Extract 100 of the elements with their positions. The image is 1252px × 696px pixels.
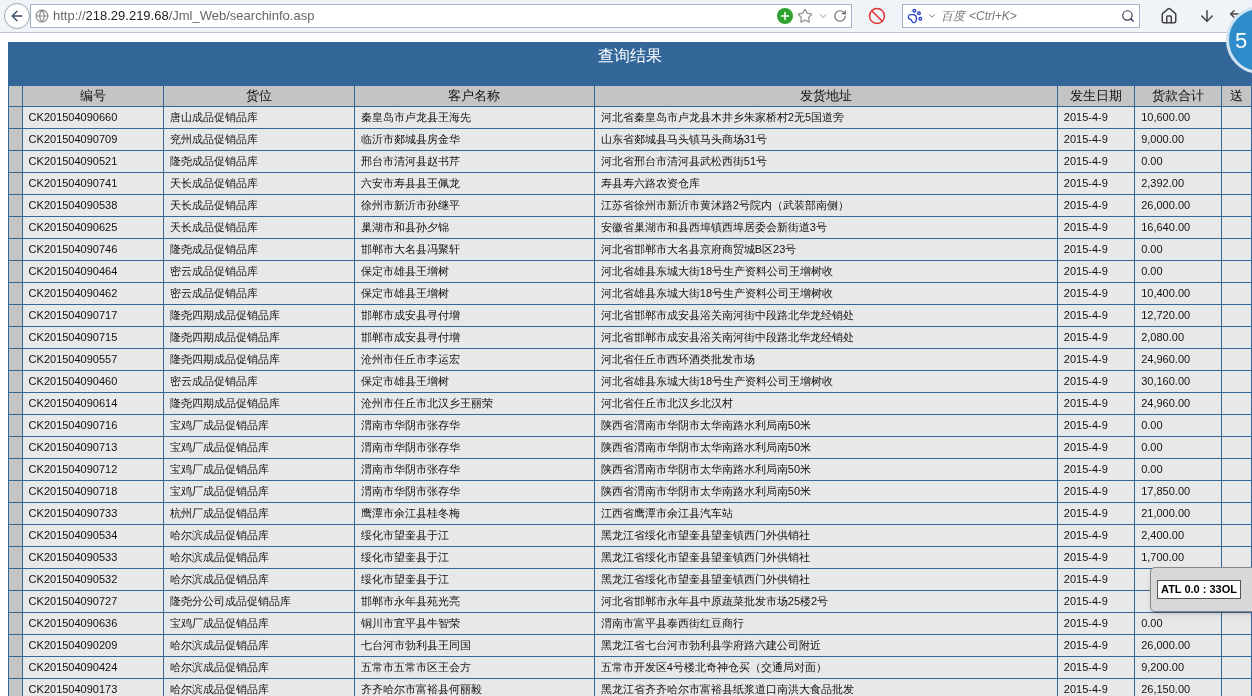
table-cell: 邯郸市永年县苑光亮 (354, 590, 595, 613)
row-header-cell (8, 546, 23, 569)
plus-icon[interactable] (777, 8, 793, 24)
table-cell: 陕西省渭南市华阴市太华南路水利局南50米 (594, 414, 1058, 437)
table-cell: CK201504090660 (22, 106, 164, 129)
table-cell: 渭南市富平县泰西街红豆商行 (594, 612, 1058, 635)
back-button[interactable] (4, 3, 30, 29)
download-icon[interactable] (1198, 7, 1216, 25)
table-cell: 河北省邢台市清河县武松西街51号 (594, 150, 1058, 173)
table-cell: 河北省任丘市北汉乡北汉村 (594, 392, 1058, 415)
column-header: 送 (1221, 85, 1252, 107)
table-cell: CK201504090424 (22, 656, 164, 679)
table-cell: CK201504090713 (22, 436, 164, 459)
table-cell: 杭州厂成品促销品库 (163, 502, 355, 525)
table-cell: 保定市雄县王增树 (354, 260, 595, 283)
search-engine-name: 百度 (941, 8, 965, 25)
table-cell: 宝鸡厂成品促销品库 (163, 480, 355, 503)
table-cell: 密云成品促销品库 (163, 260, 355, 283)
row-header-cell (8, 568, 23, 591)
table-cell: 黑龙江省绥化市望奎县望奎镇西门外供销社 (594, 546, 1058, 569)
table-cell: CK201504090533 (22, 546, 164, 569)
table-cell: CK201504090718 (22, 480, 164, 503)
row-header-cell (8, 238, 23, 261)
search-field[interactable]: 百度 <Ctrl+K> (902, 4, 1140, 28)
home-icon[interactable] (1160, 7, 1178, 25)
table-cell: CK201504090636 (22, 612, 164, 635)
table-cell: CK201504090538 (22, 194, 164, 217)
table-cell: CK201504090462 (22, 282, 164, 305)
address-bar[interactable]: http://218.29.219.68/Jml_Web/searchinfo.asp (30, 4, 852, 28)
row-header-cell (8, 282, 23, 305)
reload-icon[interactable] (833, 9, 847, 23)
table-cell: 六安市寿县县王佩龙 (354, 172, 595, 195)
table-cell: 保定市雄县王增树 (354, 282, 595, 305)
row-header-cell (8, 502, 23, 525)
table-cell: 隆尧四期成品促销品库 (163, 304, 355, 327)
row-header-cell (8, 590, 23, 613)
column-header: 货位 (163, 85, 355, 107)
table-cell: CK201504090209 (22, 634, 164, 657)
table-cell: 铜川市宜平县牛智荣 (354, 612, 595, 635)
table-cell: CK201504090532 (22, 568, 164, 591)
search-placeholder: <Ctrl+K> (969, 8, 1017, 25)
table-cell: 绥化市望奎县于江 (354, 568, 595, 591)
table-cell: 七台河市勃利县王同国 (354, 634, 595, 657)
table-cell: 临沂市郯城县房金华 (354, 128, 595, 151)
table-cell: 徐州市新沂市孙继平 (354, 194, 595, 217)
table-cell: 河北省雄县东城大街18号生产资料公司王增树收 (594, 282, 1058, 305)
blocked-icon[interactable] (868, 7, 886, 25)
table-cell: 哈尔滨成品促销品库 (163, 634, 355, 657)
table-cell: 河北省邯郸市成安县浴关南河街中段路北华龙经销处 (594, 326, 1058, 349)
table-cell: 宝鸡厂成品促销品库 (163, 612, 355, 635)
table-cell: 巢湖市和县孙夕锦 (354, 216, 595, 239)
row-header-cell (8, 370, 23, 393)
table-cell: 渭南市华阴市张存华 (354, 480, 595, 503)
table-cell: CK201504090716 (22, 414, 164, 437)
row-header-cell (8, 392, 23, 415)
table-cell: 隆尧成品促销品库 (163, 150, 355, 173)
table-cell: 沧州市任丘市李运宏 (354, 348, 595, 371)
row-header-cell (8, 524, 23, 547)
row-header-cell (8, 348, 23, 371)
row-header-cell (8, 304, 23, 327)
table-cell: 河北省邯郸市大名县京府商贸城B区23号 (594, 238, 1058, 261)
table-cell: CK201504090460 (22, 370, 164, 393)
paw-icon[interactable] (907, 8, 923, 24)
table-cell: 密云成品促销品库 (163, 370, 355, 393)
table-cell: 哈尔滨成品促销品库 (163, 656, 355, 679)
table-cell: 哈尔滨成品促销品库 (163, 546, 355, 569)
table-cell: CK201504090625 (22, 216, 164, 239)
table-cell: 隆尧分公司成品促销品库 (163, 590, 355, 613)
table-cell: CK201504090733 (22, 502, 164, 525)
table-cell: 邯郸市大名县冯聚轩 (354, 238, 595, 261)
row-header-cell (8, 128, 23, 151)
column-header: 客户名称 (354, 85, 595, 107)
table-cell: 宝鸡厂成品促销品库 (163, 436, 355, 459)
search-icon[interactable] (1121, 9, 1135, 23)
table-cell: 哈尔滨成品促销品库 (163, 524, 355, 547)
column-header: 发生日期 (1057, 85, 1135, 107)
table-cell: 隆尧成品促销品库 (163, 238, 355, 261)
table-cell: 黑龙江省绥化市望奎县望奎镇西门外供销社 (594, 568, 1058, 591)
table-cell: 隆尧四期成品促销品库 (163, 348, 355, 371)
table-cell: 鹰潭市余江县桂冬梅 (354, 502, 595, 525)
table-cell: 河北省雄县东城大街18号生产资料公司王增树收 (594, 370, 1058, 393)
table-cell: 天长成品促销品库 (163, 194, 355, 217)
table-cell: 渭南市华阴市张存华 (354, 436, 595, 459)
table-cell: 安徽省巢湖市和县西埠镇西埠居委会新街道3号 (594, 216, 1058, 239)
table-cell: 寿县寿六路农资仓库 (594, 172, 1058, 195)
table-cell: 河北省邯郸市永年县中原蔬菜批发市场25楼2号 (594, 590, 1058, 613)
table-cell: 宝鸡厂成品促销品库 (163, 458, 355, 481)
row-header-cell (8, 194, 23, 217)
row-header-cell (8, 260, 23, 283)
dropdown-icon[interactable] (927, 11, 937, 21)
table-cell: CK201504090557 (22, 348, 164, 371)
table-cell: 陕西省渭南市华阴市太华南路水利局南50米 (594, 480, 1058, 503)
table-cell: CK201504090741 (22, 172, 164, 195)
star-icon[interactable] (797, 8, 813, 24)
table-cell: 邯郸市成安县寻付增 (354, 326, 595, 349)
table-cell: CK201504090746 (22, 238, 164, 261)
table-cell: 黑龙江省绥化市望奎县望奎镇西门外供销社 (594, 524, 1058, 547)
table-cell: CK201504090727 (22, 590, 164, 613)
table-cell: CK201504090712 (22, 458, 164, 481)
table-cell: 密云成品促销品库 (163, 282, 355, 305)
